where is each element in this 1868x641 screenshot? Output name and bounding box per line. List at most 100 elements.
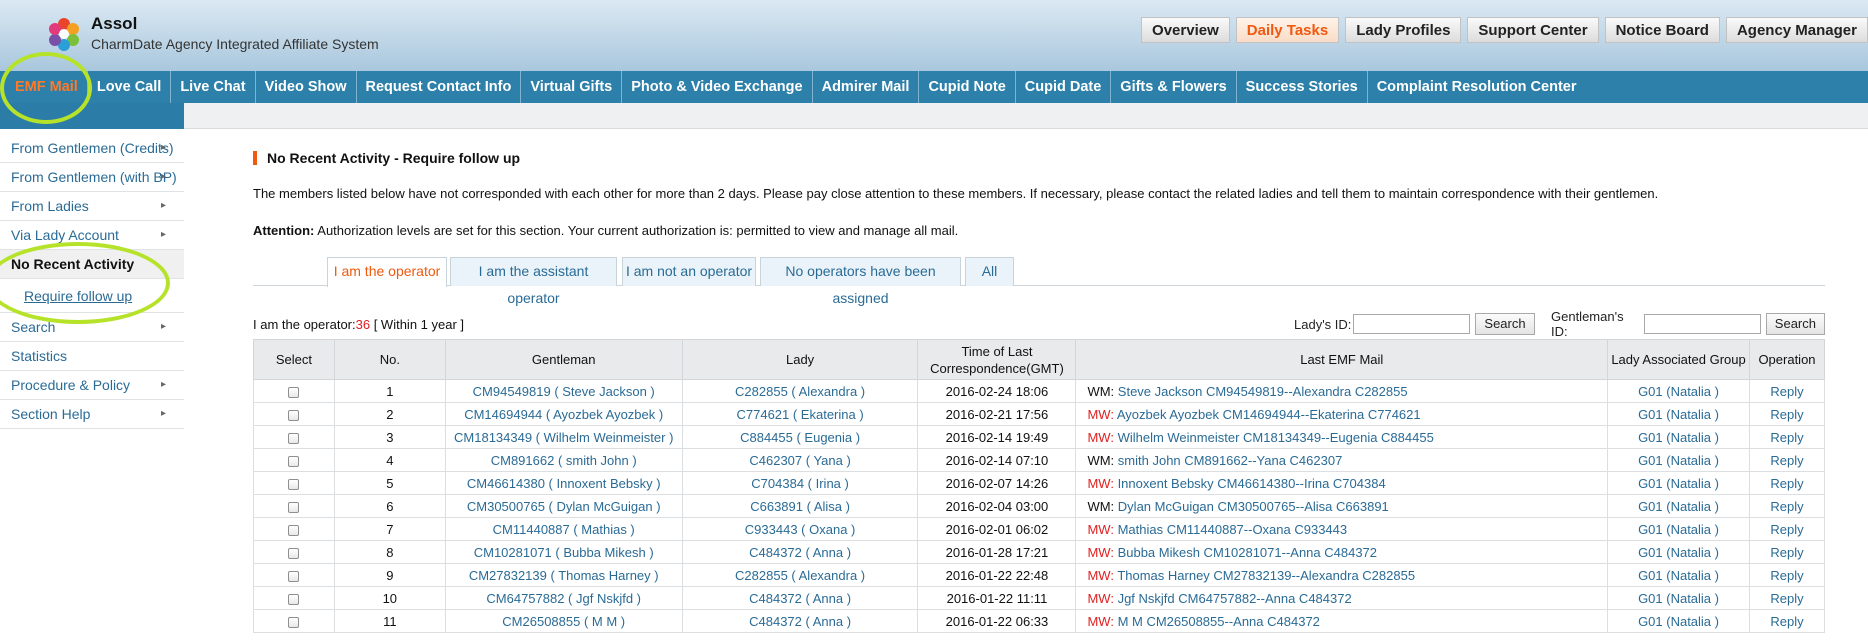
nav-success-stories[interactable]: Success Stories — [1237, 71, 1368, 103]
gentleman-link[interactable]: CM64757882 ( Jgf Nskjfd ) — [486, 591, 641, 606]
tab-i-am-not-an-operator[interactable]: I am not an operator — [622, 257, 756, 286]
mail-link[interactable]: Innoxent Bebsky CM46614380--Irina C70438… — [1118, 476, 1386, 491]
lady-id-input[interactable] — [1353, 314, 1471, 334]
gentleman-link[interactable]: CM18134349 ( Wilhelm Weinmeister ) — [454, 430, 673, 445]
nav-photo-and-video-exchange[interactable]: Photo & Video Exchange — [622, 71, 813, 103]
reply-link[interactable]: Reply — [1770, 522, 1803, 537]
lady-link[interactable]: C484372 ( Anna ) — [749, 614, 851, 629]
reply-link[interactable]: Reply — [1770, 568, 1803, 583]
reply-link[interactable]: Reply — [1770, 591, 1803, 606]
reply-link[interactable]: Reply — [1770, 430, 1803, 445]
gentleman-link[interactable]: CM46614380 ( Innoxent Bebsky ) — [467, 476, 661, 491]
reply-link[interactable]: Reply — [1770, 476, 1803, 491]
mail-link[interactable]: Wilhelm Weinmeister CM18134349--Eugenia … — [1118, 430, 1434, 445]
row-checkbox[interactable] — [288, 616, 300, 628]
mail-link[interactable]: Mathias CM11440887--Oxana C933443 — [1118, 522, 1348, 537]
tab-i-am-the-assistant-operator[interactable]: I am the assistant operator — [450, 257, 617, 306]
group-link[interactable]: G01 (Natalia ) — [1638, 545, 1719, 560]
gentleman-link[interactable]: CM10281071 ( Bubba Mikesh ) — [474, 545, 654, 560]
nav-love-call[interactable]: Love Call — [88, 71, 172, 103]
nav-cupid-note[interactable]: Cupid Note — [919, 71, 1016, 103]
group-link[interactable]: G01 (Natalia ) — [1638, 453, 1719, 468]
mail-link[interactable]: Steve Jackson CM94549819--Alexandra C282… — [1118, 384, 1408, 399]
mail-link[interactable]: Jgf Nskjfd CM64757882--Anna C484372 — [1118, 591, 1352, 606]
sidebar-item-via-lady-account[interactable]: Via Lady Account ▸ — [0, 221, 184, 250]
mail-link[interactable]: Dylan McGuigan CM30500765--Alisa C663891 — [1118, 499, 1389, 514]
reply-link[interactable]: Reply — [1770, 499, 1803, 514]
sidebar-item-from-gentlemen-credits[interactable]: From Gentlemen (Credits) ▸ — [0, 134, 184, 163]
group-link[interactable]: G01 (Natalia ) — [1638, 476, 1719, 491]
sidebar-item-search[interactable]: Search ▸ — [0, 313, 184, 342]
row-checkbox[interactable] — [288, 455, 300, 467]
gentleman-link[interactable]: CM30500765 ( Dylan McGuigan ) — [467, 499, 661, 514]
tab-no-operators-have-been-assigned[interactable]: No operators have been assigned — [760, 257, 961, 306]
mail-link[interactable]: Thomas Harney CM27832139--Alexandra C282… — [1117, 568, 1415, 583]
sidebar-item-require-follow-up[interactable]: Require follow up — [0, 279, 184, 313]
sidebar-item-statistics[interactable]: Statistics — [0, 342, 184, 371]
mail-link[interactable]: Ayozbek Ayozbek CM14694944--Ekaterina C7… — [1117, 407, 1421, 422]
lady-link[interactable]: C663891 ( Alisa ) — [750, 499, 850, 514]
gentleman-link[interactable]: CM94549819 ( Steve Jackson ) — [473, 384, 655, 399]
group-link[interactable]: G01 (Natalia ) — [1638, 591, 1719, 606]
sidebar-item-from-gentlemen-with-bp[interactable]: From Gentlemen (with BP) ▸ — [0, 163, 184, 192]
row-checkbox[interactable] — [288, 570, 300, 582]
nav-video-show[interactable]: Video Show — [256, 71, 357, 103]
nav-complaint-resolution-center[interactable]: Complaint Resolution Center — [1368, 71, 1586, 103]
reply-link[interactable]: Reply — [1770, 614, 1803, 629]
group-link[interactable]: G01 (Natalia ) — [1638, 430, 1719, 445]
row-checkbox[interactable] — [288, 547, 300, 559]
group-link[interactable]: G01 (Natalia ) — [1638, 522, 1719, 537]
lady-link[interactable]: C282855 ( Alexandra ) — [735, 384, 865, 399]
lady-link[interactable]: C774621 ( Ekaterina ) — [736, 407, 863, 422]
nav-admirer-mail[interactable]: Admirer Mail — [813, 71, 920, 103]
nav-emf-mail[interactable]: EMF Mail — [6, 71, 88, 103]
row-checkbox[interactable] — [288, 386, 300, 398]
sidebar-item-procedure-and-policy[interactable]: Procedure & Policy ▸ — [0, 371, 184, 400]
mail-link[interactable]: smith John CM891662--Yana C462307 — [1118, 453, 1343, 468]
row-checkbox[interactable] — [288, 409, 300, 421]
gentleman-link[interactable]: CM14694944 ( Ayozbek Ayozbek ) — [464, 407, 663, 422]
group-link[interactable]: G01 (Natalia ) — [1638, 499, 1719, 514]
reply-link[interactable]: Reply — [1770, 407, 1803, 422]
group-link[interactable]: G01 (Natalia ) — [1638, 407, 1719, 422]
gentleman-link[interactable]: CM891662 ( smith John ) — [491, 453, 637, 468]
lady-link[interactable]: C484372 ( Anna ) — [749, 591, 851, 606]
lady-link[interactable]: C484372 ( Anna ) — [749, 545, 851, 560]
top-tab-notice-board[interactable]: Notice Board — [1604, 17, 1720, 43]
reply-link[interactable]: Reply — [1770, 453, 1803, 468]
nav-virtual-gifts[interactable]: Virtual Gifts — [521, 71, 623, 103]
row-checkbox[interactable] — [288, 501, 300, 513]
nav-request-contact-info[interactable]: Request Contact Info — [357, 71, 522, 103]
lady-link[interactable]: C704384 ( Irina ) — [751, 476, 849, 491]
gentleman-search-button[interactable]: Search — [1765, 313, 1825, 335]
gentleman-link[interactable]: CM27832139 ( Thomas Harney ) — [469, 568, 659, 583]
reply-link[interactable]: Reply — [1770, 545, 1803, 560]
lady-link[interactable]: C884455 ( Eugenia ) — [740, 430, 860, 445]
top-tab-support-center[interactable]: Support Center — [1467, 17, 1599, 43]
mail-link[interactable]: M M CM26508855--Anna C484372 — [1118, 614, 1320, 629]
nav-cupid-date[interactable]: Cupid Date — [1016, 71, 1112, 103]
top-tab-overview[interactable]: Overview — [1141, 17, 1230, 43]
tab-i-am-the-operator[interactable]: I am the operator — [327, 257, 447, 287]
row-checkbox[interactable] — [288, 478, 300, 490]
group-link[interactable]: G01 (Natalia ) — [1638, 384, 1719, 399]
mail-link[interactable]: Bubba Mikesh CM10281071--Anna C484372 — [1118, 545, 1377, 560]
lady-link[interactable]: C462307 ( Yana ) — [749, 453, 850, 468]
row-checkbox[interactable] — [288, 524, 300, 536]
top-tab-agency-manager[interactable]: Agency Manager — [1725, 17, 1868, 43]
group-link[interactable]: G01 (Natalia ) — [1638, 568, 1719, 583]
lady-link[interactable]: C282855 ( Alexandra ) — [735, 568, 865, 583]
nav-live-chat[interactable]: Live Chat — [171, 71, 256, 103]
nav-gifts-and-flowers[interactable]: Gifts & Flowers — [1111, 71, 1237, 103]
gentleman-id-input[interactable] — [1643, 314, 1761, 334]
top-tab-daily-tasks[interactable]: Daily Tasks — [1235, 17, 1340, 43]
gentleman-link[interactable]: CM11440887 ( Mathias ) — [493, 522, 635, 537]
lady-link[interactable]: C933443 ( Oxana ) — [745, 522, 856, 537]
reply-link[interactable]: Reply — [1770, 384, 1803, 399]
row-checkbox[interactable] — [288, 432, 300, 444]
row-checkbox[interactable] — [288, 593, 300, 605]
sidebar-item-from-ladies[interactable]: From Ladies ▸ — [0, 192, 184, 221]
tab-all[interactable]: All — [965, 257, 1014, 286]
top-tab-lady-profiles[interactable]: Lady Profiles — [1345, 17, 1462, 43]
sidebar-item-section-help[interactable]: Section Help ▸ — [0, 400, 184, 429]
